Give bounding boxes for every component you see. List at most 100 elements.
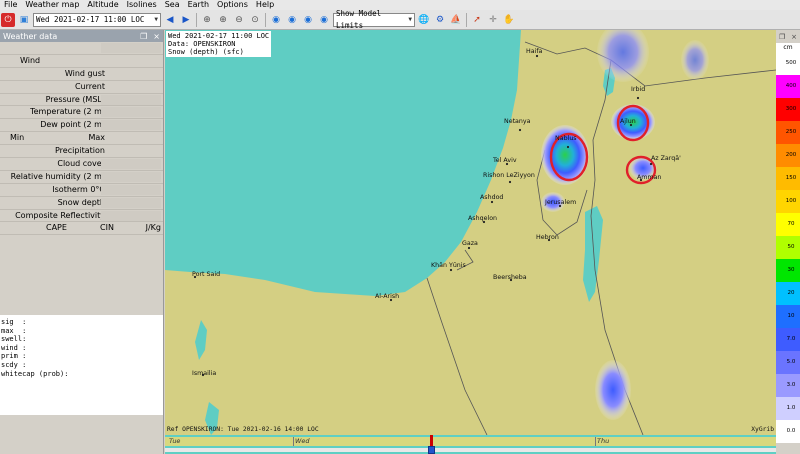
- city-label: Nablus: [555, 135, 577, 142]
- power-icon[interactable]: ⏻: [1, 12, 15, 27]
- city-label: Hebron: [536, 234, 559, 241]
- color-scale-panel: ❐ × cm 500 400 300 250 200 150 100 70 50 30 20 10 7.…: [776, 30, 800, 454]
- weather-row-isotherm: Isotherm 0°C: [0, 184, 163, 197]
- weather-row-humidity: Relative humidity (2 m): [0, 171, 163, 184]
- map-canvas[interactable]: Haifa Irbid Netanya Nablus Ajlun Tel Avi…: [165, 30, 776, 435]
- timeline-track[interactable]: [165, 448, 776, 452]
- timeline-slider[interactable]: Tue Wed Thu: [165, 435, 776, 454]
- scale-entry: 50: [776, 236, 800, 259]
- chevron-down-icon: ▼: [154, 15, 158, 23]
- snow-area-east: [681, 40, 709, 80]
- timeline-day-wed: Wed: [295, 437, 310, 445]
- menu-altitude[interactable]: Altitude: [83, 0, 122, 10]
- toolbar-separator: [466, 12, 467, 27]
- rocket-icon[interactable]: ➚: [470, 13, 484, 27]
- download-grib-icon[interactable]: 🌐: [417, 13, 431, 27]
- timeline-day-tick: [595, 437, 596, 446]
- current-label: Current: [74, 81, 105, 91]
- zoom-out-icon[interactable]: ⊖: [232, 13, 246, 27]
- menu-options[interactable]: Options: [213, 0, 252, 10]
- data-value-field: [101, 159, 161, 170]
- scale-entry: 0.0: [776, 420, 800, 443]
- weather-row-cape-cin: CAPE CIN J/Kg: [0, 222, 163, 236]
- go-up-icon[interactable]: ◉: [301, 13, 315, 27]
- timeline-bar[interactable]: [165, 437, 776, 446]
- weather-row-dew-point: Dew point (2 m): [0, 119, 163, 133]
- city-label: Ismailia: [192, 370, 216, 377]
- scale-entry: 500: [776, 52, 800, 75]
- weather-row-min-max: Min Max: [0, 132, 163, 146]
- scale-entry: 7.0: [776, 328, 800, 351]
- model-limits-select[interactable]: Show Model Limits ▼: [333, 9, 415, 30]
- scale-entry: 3.0: [776, 374, 800, 397]
- close-icon[interactable]: ×: [791, 33, 797, 41]
- next-step-icon[interactable]: ▶: [179, 13, 193, 27]
- boat-icon[interactable]: ⛵: [449, 13, 463, 27]
- weather-row-reflectivity: Composite Reflectivity: [0, 210, 163, 223]
- scale-entry: 150: [776, 167, 800, 190]
- wind-label: Wind: [20, 55, 41, 65]
- chevron-down-icon: ▼: [408, 15, 412, 23]
- timeline-day-thu: Thu: [597, 437, 610, 445]
- menu-weather-map[interactable]: Weather map: [21, 0, 83, 10]
- snow-depth-label: Snow depth: [57, 197, 105, 207]
- timeline-handle[interactable]: [428, 446, 435, 454]
- scale-entry: 400: [776, 75, 800, 98]
- weather-row-pressure: Pressure (MSL): [0, 94, 163, 107]
- float-panel-icon[interactable]: ❐: [140, 32, 147, 41]
- date-select[interactable]: Wed 2021-02-17 11:00 LOC ▼: [33, 12, 161, 27]
- city-label: Al-Arish: [375, 293, 399, 300]
- previous-step-icon[interactable]: ◀: [163, 13, 177, 27]
- scale-value: 1.0: [782, 397, 800, 420]
- model-limits-value: Show Model Limits: [336, 8, 382, 30]
- go-left-icon[interactable]: ◉: [269, 13, 283, 27]
- scale-value: 150: [782, 167, 800, 190]
- data-value-field: [101, 171, 161, 182]
- zoom-in-icon[interactable]: ⊕: [216, 13, 230, 27]
- panel-title-bar: Weather data ❐ ×: [0, 30, 163, 42]
- city-label: Irbid: [631, 86, 645, 93]
- scale-value: 30: [782, 259, 800, 282]
- scale-cells: 500 400 300 250 200 150 100 70 50 30 20 10 7.0 5.0 3.0…: [776, 52, 800, 443]
- weather-row-current: Current: [0, 81, 163, 94]
- weather-row-wind-gust: Wind gust: [0, 68, 163, 81]
- crosshair-icon[interactable]: ✛: [486, 13, 500, 27]
- scale-entry: 5.0: [776, 351, 800, 374]
- data-value-field: [101, 120, 161, 131]
- scale-entry: 200: [776, 144, 800, 167]
- menu-sea[interactable]: Sea: [161, 0, 184, 10]
- menu-isolines[interactable]: Isolines: [123, 0, 161, 10]
- info-line: max :: [1, 326, 27, 335]
- scale-value: 7.0: [782, 328, 800, 351]
- wave-info-box: sig : max : swell: wind : prim : scdy : …: [0, 315, 163, 415]
- data-value-field: [101, 210, 161, 221]
- download-forecast-icon[interactable]: ⚙: [433, 13, 447, 27]
- menu-help[interactable]: Help: [252, 0, 278, 10]
- dew-point-label: Dew point (2 m): [40, 120, 105, 130]
- app-brand-label: XyGrib: [751, 426, 774, 433]
- data-value-field: [101, 184, 161, 195]
- close-icon[interactable]: ×: [153, 32, 160, 41]
- city-label: Beersheba: [493, 274, 527, 281]
- menu-file[interactable]: File: [0, 0, 21, 10]
- reference-run-label: Ref OPENSKIRON: Tue 2021-02-16 14:00 LOC: [167, 426, 319, 433]
- info-line: sig :: [1, 318, 27, 326]
- scale-entry: 70: [776, 213, 800, 236]
- open-file-icon[interactable]: ▣: [17, 13, 31, 27]
- reflectivity-label: Composite Reflectivity: [15, 210, 105, 220]
- map-data-source: Data: OPENSKIRON: [168, 40, 236, 48]
- go-right-icon[interactable]: ◉: [285, 13, 299, 27]
- data-value-field: [101, 94, 161, 105]
- hand-cursor-icon[interactable]: ✋: [502, 13, 516, 27]
- float-panel-icon[interactable]: ❐: [779, 33, 785, 41]
- scale-value: 3.0: [782, 374, 800, 397]
- menu-earth[interactable]: Earth: [184, 0, 213, 10]
- zoom-selection-icon[interactable]: ⊕: [200, 13, 214, 27]
- city-label: Tel Aviv: [492, 157, 517, 164]
- zoom-all-icon[interactable]: ⊙: [248, 13, 262, 27]
- go-down-icon[interactable]: ◉: [317, 13, 331, 27]
- city-label: Netanya: [504, 118, 531, 125]
- weather-map[interactable]: Haifa Irbid Netanya Nablus Ajlun Tel Avi…: [165, 30, 776, 435]
- city-label: Rishon LeZiyyon: [483, 172, 535, 179]
- city-hebron: Hebron: [536, 234, 559, 242]
